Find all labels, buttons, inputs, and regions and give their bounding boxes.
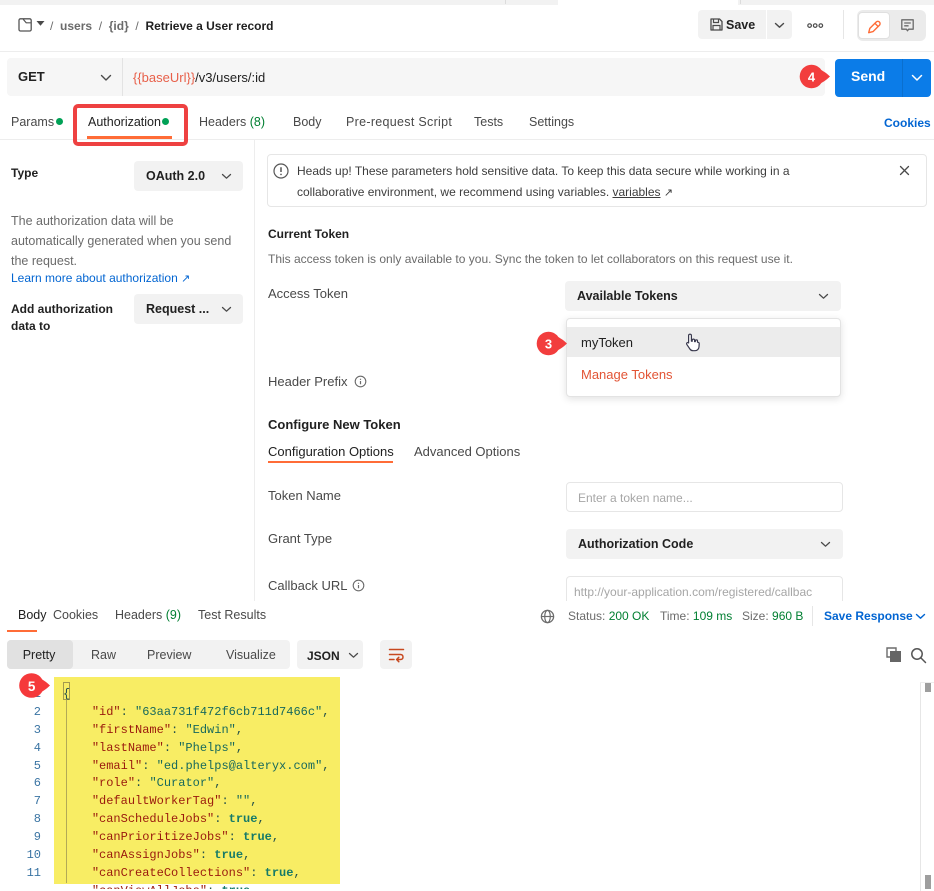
svg-text:5: 5 bbox=[28, 679, 36, 694]
svg-text:3: 3 bbox=[545, 337, 552, 352]
svg-text:4: 4 bbox=[808, 70, 816, 85]
